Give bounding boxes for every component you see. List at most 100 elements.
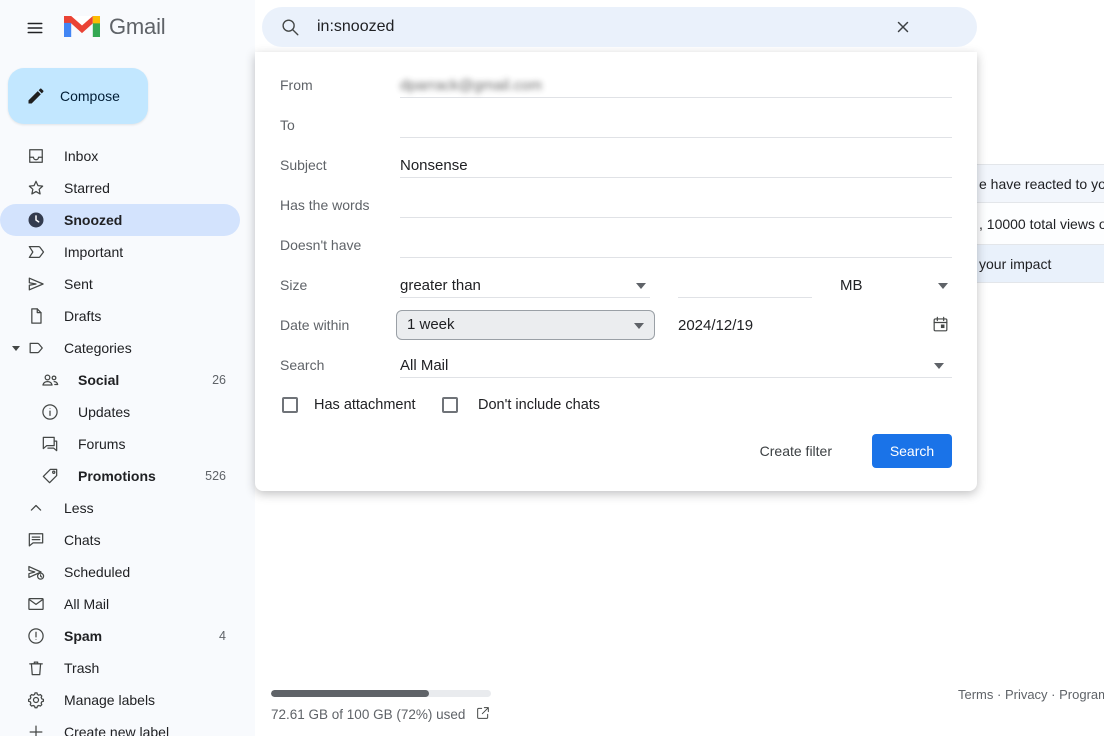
sidebar-item-updates[interactable]: Updates	[0, 396, 240, 428]
storage-progress-bar	[271, 690, 491, 697]
from-field[interactable]: dparrack@gmail.com	[400, 73, 952, 98]
email-snippet: , 10000 total views o	[979, 216, 1104, 232]
filter-row-search-scope: Search All Mail	[255, 345, 977, 385]
filter-row-checkboxes: Has attachment Don't include chats	[255, 385, 977, 425]
sidebar-item-inbox[interactable]: Inbox	[0, 140, 240, 172]
footer-links[interactable]: Terms · Privacy · Program Policies	[958, 687, 1104, 702]
search-input[interactable]	[315, 17, 819, 37]
inbox-icon	[26, 146, 46, 166]
search-filter-panel: From dparrack@gmail.com To Subject Nonse…	[255, 52, 977, 491]
main-menu-button[interactable]	[21, 16, 49, 40]
search-scope-label: Search	[280, 345, 324, 385]
spam-icon	[26, 626, 46, 646]
plus-icon	[26, 722, 46, 736]
sidebar-nav: Inbox Starred Snoozed Important Sent Dra…	[0, 140, 255, 736]
tag-icon	[40, 466, 60, 486]
size-comparator-select[interactable]: greater than	[400, 273, 650, 298]
sidebar-item-forums[interactable]: Forums	[0, 428, 240, 460]
sidebar-item-starred[interactable]: Starred	[0, 172, 240, 204]
size-value-field[interactable]	[678, 273, 812, 298]
dont-include-chats-checkbox[interactable]	[442, 397, 458, 413]
sidebar-item-snoozed[interactable]: Snoozed	[0, 204, 240, 236]
filter-row-size: Size greater than MB	[255, 265, 977, 305]
sidebar-item-manage-labels[interactable]: Manage labels	[0, 684, 240, 716]
gmail-logo[interactable]: Gmail	[64, 13, 165, 40]
email-row[interactable]: , 10000 total views o	[977, 203, 1104, 245]
dropdown-arrow-icon	[934, 363, 944, 369]
gmail-window: e have reacted to you , 10000 total view…	[0, 0, 1104, 736]
from-label: From	[280, 65, 313, 105]
sidebar-item-less[interactable]: Less	[0, 492, 240, 524]
date-range-select[interactable]: 1 week	[396, 310, 655, 340]
sidebar-item-create-new-label[interactable]: Create new label	[0, 716, 240, 736]
chevron-up-icon	[26, 498, 46, 518]
size-unit-select[interactable]: MB	[836, 273, 952, 298]
date-field[interactable]: 2024/12/19	[678, 313, 952, 338]
filter-row-to: To	[255, 105, 977, 145]
date-value: 2024/12/19	[678, 317, 753, 334]
date-within-label: Date within	[280, 305, 349, 345]
unread-count: 4	[219, 629, 226, 643]
email-row[interactable]: your impact	[977, 245, 1104, 283]
star-icon	[26, 178, 46, 198]
filter-row-subject: Subject Nonsense	[255, 145, 977, 185]
compose-button[interactable]: Compose	[8, 68, 148, 124]
sidebar-item-all-mail[interactable]: All Mail	[0, 588, 240, 620]
schedule-send-icon	[26, 562, 46, 582]
from-value: dparrack@gmail.com	[400, 77, 542, 94]
has-attachment-label: Has attachment	[314, 385, 416, 425]
hamburger-icon	[25, 19, 45, 37]
email-snippet: your impact	[979, 256, 1051, 272]
sidebar-item-chats[interactable]: Chats	[0, 524, 240, 556]
gmail-m-icon	[64, 13, 100, 40]
sidebar-item-promotions[interactable]: Promotions 526	[0, 460, 240, 492]
sidebar-item-social[interactable]: Social 26	[0, 364, 240, 396]
dropdown-arrow-icon	[636, 283, 646, 289]
pencil-icon	[26, 86, 46, 106]
label-icon	[26, 338, 46, 358]
email-snippet: e have reacted to you	[979, 176, 1104, 192]
calendar-icon[interactable]	[931, 315, 950, 342]
chat-icon	[26, 530, 46, 550]
people-icon	[40, 370, 60, 390]
sidebar: Gmail Compose Inbox Starred Snoozed Impo…	[0, 0, 255, 736]
trash-icon	[26, 658, 46, 678]
sidebar-item-categories[interactable]: Categories	[0, 332, 240, 364]
sidebar-item-important[interactable]: Important	[0, 236, 240, 268]
size-label: Size	[280, 265, 307, 305]
sidebar-item-drafts[interactable]: Drafts	[0, 300, 240, 332]
has-words-label: Has the words	[280, 185, 369, 225]
dropdown-arrow-icon	[938, 283, 948, 289]
mail-icon	[26, 594, 46, 614]
sidebar-item-scheduled[interactable]: Scheduled	[0, 556, 240, 588]
storage-text: 72.61 GB of 100 GB (72%) used	[271, 707, 465, 722]
unread-count: 26	[212, 373, 226, 387]
doesnt-have-field[interactable]	[400, 233, 952, 258]
gmail-wordmark: Gmail	[109, 14, 165, 40]
email-row[interactable]: e have reacted to you	[977, 164, 1104, 203]
search-scope-select[interactable]: All Mail	[400, 353, 952, 378]
has-attachment-checkbox[interactable]	[282, 397, 298, 413]
subject-value: Nonsense	[400, 157, 468, 174]
send-icon	[26, 274, 46, 294]
storage-progress-fill	[271, 690, 429, 697]
to-label: To	[280, 105, 295, 145]
subject-field[interactable]: Nonsense	[400, 153, 952, 178]
sidebar-item-trash[interactable]: Trash	[0, 652, 240, 684]
draft-icon	[26, 306, 46, 326]
has-words-field[interactable]	[400, 193, 952, 218]
compose-label: Compose	[60, 88, 120, 104]
search-button[interactable]: Search	[872, 434, 952, 468]
search-icon[interactable]	[279, 16, 301, 38]
forum-icon	[40, 434, 60, 454]
open-in-new-icon[interactable]	[475, 705, 491, 724]
filter-row-has-words: Has the words	[255, 185, 977, 225]
sidebar-item-sent[interactable]: Sent	[0, 268, 240, 300]
sidebar-item-spam[interactable]: Spam 4	[0, 620, 240, 652]
filter-row-date: Date within 1 week 2024/12/19	[255, 305, 977, 345]
important-icon	[26, 242, 46, 262]
to-field[interactable]	[400, 113, 952, 138]
subject-label: Subject	[280, 145, 327, 185]
clear-search-icon[interactable]	[891, 15, 915, 39]
create-filter-button[interactable]: Create filter	[746, 434, 846, 468]
